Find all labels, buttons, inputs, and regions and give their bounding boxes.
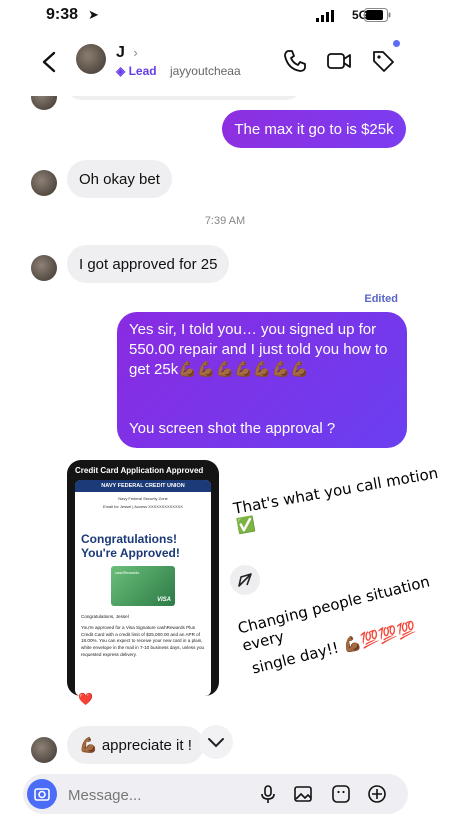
screenshot-title: Credit Card Application Approved bbox=[75, 466, 204, 475]
status-time: 9:38 bbox=[46, 6, 79, 23]
message-timestamp: 7:39 AM bbox=[204, 215, 246, 227]
headline: Congratulations! You're Approved! bbox=[81, 532, 180, 560]
contact-name-row[interactable]: J › bbox=[116, 44, 138, 62]
message-text: Yes sir, I told you… you signed up for 5… bbox=[129, 321, 388, 378]
camera-button[interactable] bbox=[27, 779, 57, 809]
message-text: The max it go to is $25k bbox=[234, 120, 394, 138]
share-button[interactable] bbox=[230, 565, 260, 595]
message-text: 💪🏾 appreciate it ! bbox=[79, 737, 192, 754]
battery-icon bbox=[364, 8, 391, 22]
gallery-icon[interactable] bbox=[293, 784, 313, 804]
signal-icon bbox=[316, 10, 334, 22]
message-text: Oh okay bet bbox=[79, 170, 160, 188]
security-zone: Navy Federal Security Zone bbox=[118, 496, 168, 501]
email-body: Congratulations, Jessel You're approved … bbox=[81, 614, 205, 659]
lead-tag: Lead bbox=[128, 64, 157, 78]
headline-line1: Congratulations! bbox=[81, 532, 177, 546]
chevron-right-icon: › bbox=[133, 45, 138, 60]
incoming-message[interactable]: Oh okay bet bbox=[67, 160, 172, 198]
message-input[interactable]: Message... bbox=[68, 787, 141, 804]
notification-dot bbox=[393, 40, 400, 47]
location-arrow-icon: ➤ bbox=[88, 7, 99, 22]
lead-icon: ◈ bbox=[116, 64, 126, 78]
contact-name: J bbox=[116, 44, 125, 61]
contact-handle: jayyoutcheaa bbox=[169, 64, 241, 78]
phone-icon[interactable] bbox=[282, 48, 308, 74]
bank-banner: NAVY FEDERAL CREDIT UNION bbox=[75, 480, 211, 492]
shared-screenshot[interactable]: Credit Card Application Approved NAVY FE… bbox=[67, 460, 219, 696]
caption-motion: That's what you call motion ✅ bbox=[232, 463, 440, 536]
back-arrow-icon[interactable] bbox=[36, 48, 64, 76]
email-line: Email for Jessel | Access XXXXXXXXXXXXX bbox=[103, 504, 183, 509]
avatar bbox=[31, 255, 57, 281]
add-icon[interactable] bbox=[367, 784, 387, 804]
message-text: I got approved for 25 bbox=[79, 255, 218, 273]
incoming-message[interactable]: 💪🏾 appreciate it ! bbox=[67, 726, 204, 764]
send-icon bbox=[238, 573, 252, 587]
card-brand: cashRewards bbox=[115, 570, 140, 575]
scroll-down-button[interactable] bbox=[199, 725, 233, 759]
microphone-icon[interactable] bbox=[258, 784, 278, 804]
chat-header: J › ◈ Lead jayyoutcheaa bbox=[0, 36, 450, 96]
credit-card-image: cashRewards VISA bbox=[111, 566, 175, 606]
incoming-message[interactable]: I got approved for 25 bbox=[67, 245, 230, 283]
outgoing-message[interactable]: The max it go to is $25k bbox=[222, 110, 406, 148]
message-text: You screen shot the approval ? bbox=[129, 420, 336, 437]
video-call-icon[interactable] bbox=[326, 48, 352, 74]
status-bar: 9:38 ➤ 5G bbox=[0, 0, 450, 36]
outgoing-message[interactable]: Yes sir, I told you… you signed up for 5… bbox=[117, 312, 407, 448]
tag-icon[interactable] bbox=[370, 48, 396, 74]
headline-line2: You're Approved! bbox=[81, 546, 180, 560]
screenshot-email: NAVY FEDERAL CREDIT UNION Navy Federal S… bbox=[75, 480, 211, 696]
edited-label: Edited bbox=[364, 293, 398, 305]
contact-subtitle: ◈ Lead jayyoutcheaa bbox=[116, 64, 241, 78]
card-network: VISA bbox=[156, 597, 171, 603]
greeting: Congratulations, Jessel bbox=[81, 614, 129, 619]
camera-icon bbox=[34, 788, 50, 801]
body-text: You're approved for a Visa Signature cas… bbox=[81, 624, 205, 657]
sticker-icon[interactable] bbox=[331, 784, 351, 804]
avatar bbox=[31, 737, 57, 763]
heart-reaction[interactable]: ❤️ bbox=[78, 692, 93, 706]
chevron-down-icon bbox=[208, 738, 224, 748]
contact-avatar[interactable] bbox=[76, 44, 106, 74]
avatar bbox=[31, 170, 57, 196]
